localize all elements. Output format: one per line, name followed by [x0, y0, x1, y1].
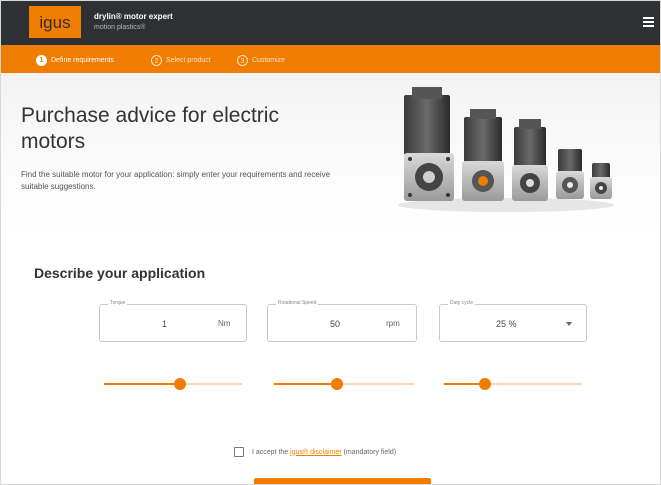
step-number: 2 [151, 54, 162, 66]
duty-cycle-label: Duty cycle [448, 300, 476, 306]
step-number: 1 [36, 54, 47, 66]
slider-handle[interactable] [174, 378, 186, 390]
app-frame: igus drylin® motor expert motion plastic… [0, 0, 661, 485]
top-header: igus drylin® motor expert motion plastic… [1, 1, 660, 45]
page-title: Purchase advice for electric motors [21, 104, 279, 153]
disclaimer-link[interactable]: igus® disclaimer [290, 449, 341, 456]
slider-handle[interactable] [479, 378, 491, 390]
slider-handle[interactable] [331, 378, 343, 390]
torque-slider[interactable] [104, 377, 242, 391]
step-number: 3 [237, 54, 248, 66]
slider-fill [104, 383, 180, 385]
svg-text:igus: igus [39, 13, 70, 32]
section-heading: Describe your application [34, 265, 206, 281]
duty-cycle-select[interactable]: Duty cycle 25 % [439, 300, 587, 342]
consent-text: I accept the igus® disclaimer (mandatory… [252, 449, 396, 456]
torque-field[interactable]: Torque 1 Nm [99, 300, 247, 342]
duty-cycle-value: 25 % [496, 319, 517, 329]
hamburger-menu-icon[interactable] [643, 17, 654, 28]
step-define-requirements[interactable]: 1 Define requirements [36, 53, 114, 67]
rotational-speed-slider[interactable] [274, 377, 414, 391]
motors-image [398, 87, 614, 212]
rotational-speed-field[interactable]: Rotational Speed 50 rpm [267, 300, 417, 342]
torque-label: Torque [108, 300, 128, 306]
disclaimer-checkbox[interactable] [234, 447, 244, 457]
steps-bar: 1 Define requirements 2 Select product 3… [1, 45, 660, 73]
slider-fill [274, 383, 337, 385]
chevron-down-icon[interactable] [566, 322, 572, 326]
igus-logo[interactable]: igus [29, 6, 81, 38]
consent-suffix: (mandatory field) [343, 448, 397, 456]
torque-unit: Nm [218, 319, 231, 328]
duty-cycle-slider[interactable] [444, 377, 582, 391]
app-subtitle: motion plastics® [94, 24, 146, 31]
app-title: drylin® motor expert [94, 12, 173, 21]
page-description: Find the suitable motor for your applica… [21, 170, 331, 191]
step-label: Customize [252, 56, 286, 64]
continue-button[interactable] [254, 478, 431, 484]
rotational-speed-unit: rpm [386, 319, 400, 328]
step-label: Select product [166, 56, 211, 64]
step-customize[interactable]: 3 Customize [237, 53, 285, 67]
step-select-product[interactable]: 2 Select product [151, 53, 211, 67]
torque-value[interactable]: 1 [162, 319, 167, 329]
rotational-speed-label: Rotational Speed [276, 300, 319, 306]
rotational-speed-value[interactable]: 50 [330, 319, 340, 329]
disclaimer-consent: I accept the igus® disclaimer (mandatory… [234, 445, 396, 459]
consent-prefix: I accept the [252, 448, 289, 456]
step-label: Define requirements [51, 56, 115, 64]
